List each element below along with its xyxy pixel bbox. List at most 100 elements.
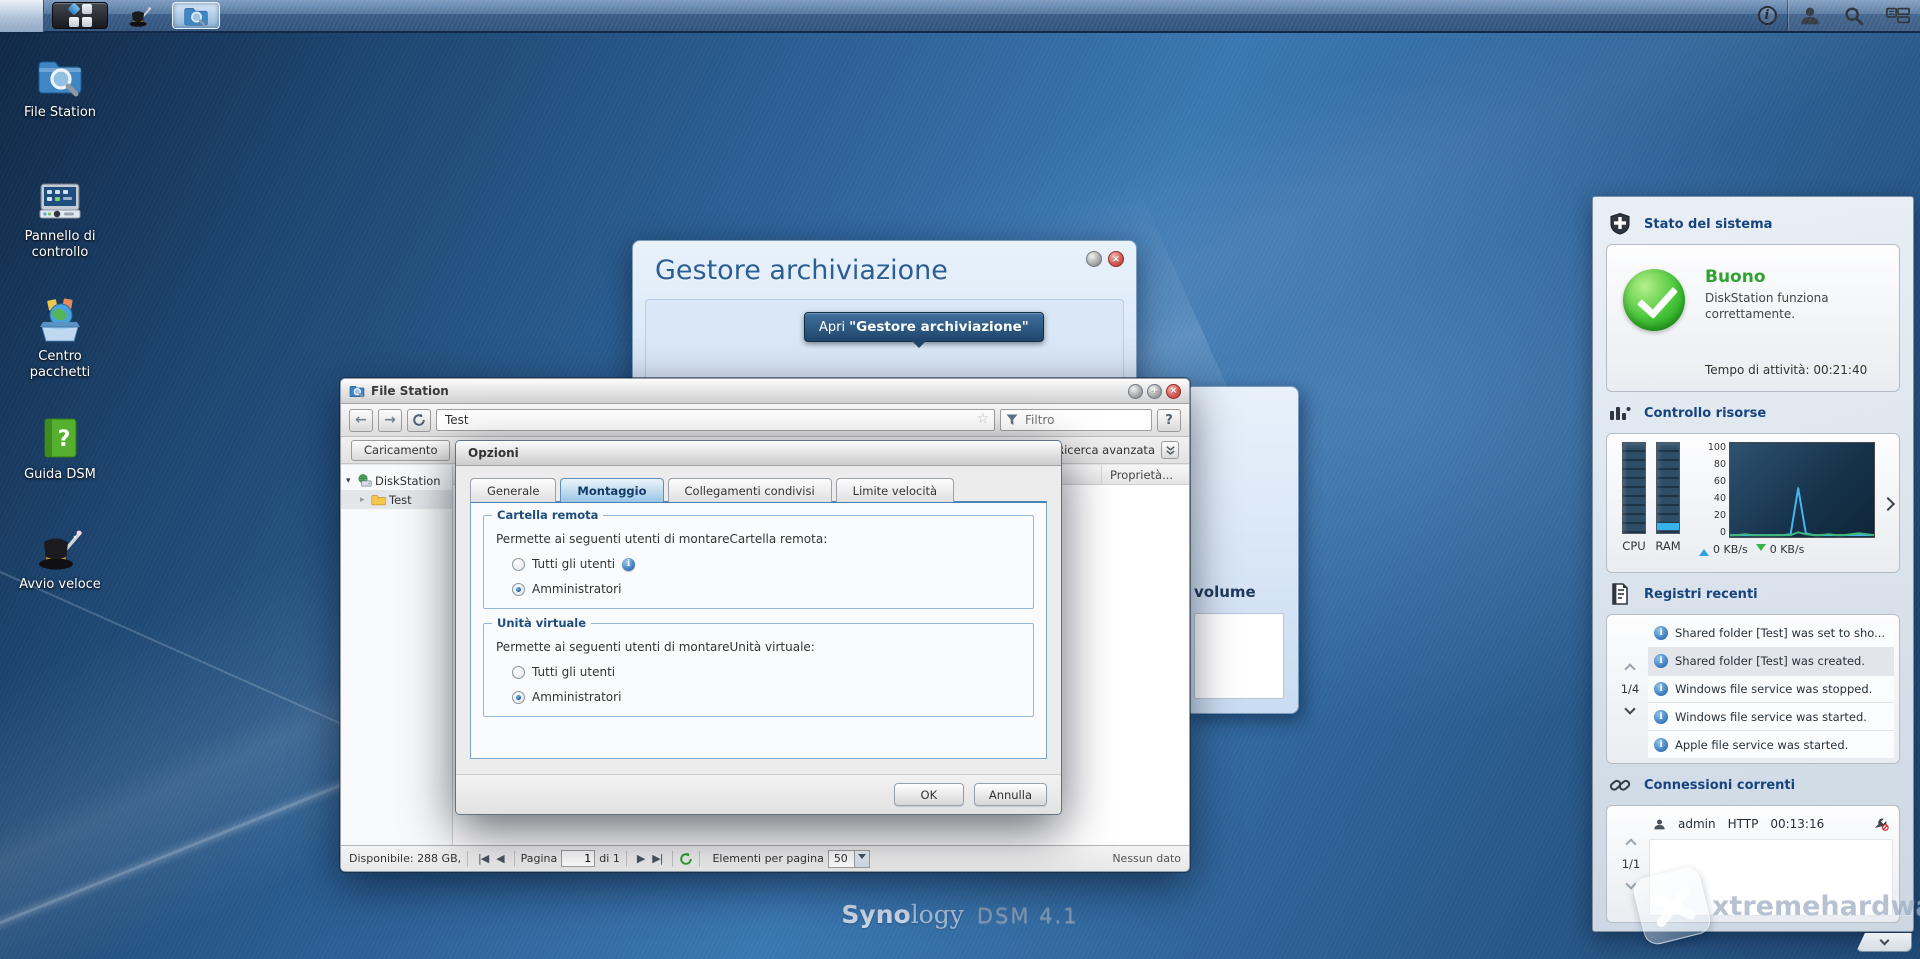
- last-page-button[interactable]: ▶|: [648, 852, 666, 865]
- file-station-titlebar[interactable]: File Station + ×: [341, 379, 1189, 404]
- info-icon[interactable]: i: [622, 557, 636, 571]
- main-menu-button[interactable]: [52, 2, 108, 29]
- folder-icon: [371, 494, 386, 505]
- desktop-icon-label: File Station: [23, 105, 97, 120]
- tooltip-prefix: Apri: [819, 319, 846, 335]
- widget-panel-collapse-tab[interactable]: [1856, 933, 1912, 952]
- filter-input[interactable]: [1000, 409, 1152, 431]
- desktop-icon-control-panel[interactable]: Pannello di controllo: [8, 176, 112, 260]
- pager-position: 1/1: [1621, 857, 1641, 871]
- show-desktop-button[interactable]: [0, 0, 44, 32]
- first-page-button[interactable]: |◀: [474, 852, 492, 865]
- disconnect-icon[interactable]: [1873, 817, 1889, 831]
- desktop-icon-file-station[interactable]: File Station: [8, 52, 112, 121]
- pager-down-button[interactable]: [1624, 703, 1636, 715]
- pager-up-button[interactable]: [1625, 838, 1637, 850]
- log-entry[interactable]: i Shared folder [Test] was set to sho...: [1648, 620, 1894, 648]
- forward-button[interactable]: →: [378, 408, 402, 432]
- desktop-icon-package-center[interactable]: Centro pacchetti: [8, 296, 112, 380]
- dialog-titlebar[interactable]: Opzioni: [456, 441, 1061, 466]
- log-entry[interactable]: i Windows file service was stopped.: [1648, 675, 1894, 704]
- tab-generale[interactable]: Generale: [470, 478, 557, 502]
- pager-up-button[interactable]: [1624, 663, 1636, 675]
- radio-button[interactable]: [512, 557, 525, 571]
- download-arrow-icon: [1755, 543, 1766, 556]
- storage-manager-title: Gestore archiviazione: [655, 255, 948, 286]
- resource-monitor-card[interactable]: CPU RAM 100 80 60 40 20 0 0 KB/s 0 KB/s: [1606, 433, 1900, 573]
- radio-button-selected[interactable]: [512, 690, 525, 704]
- tray-search-button[interactable]: [1832, 0, 1876, 31]
- chevron-down-icon: [1879, 935, 1889, 946]
- per-page-select[interactable]: 50: [827, 849, 870, 868]
- minimize-button[interactable]: [1086, 251, 1102, 267]
- tab-collegamenti-condivisi[interactable]: Collegamenti condivisi: [667, 478, 832, 502]
- taskbar-quick-start-button[interactable]: [116, 2, 164, 29]
- tray-info-button[interactable]: i: [1747, 0, 1787, 31]
- prev-page-button[interactable]: ◀: [492, 852, 507, 865]
- desktop-icon-quick-start[interactable]: Avvio veloce: [8, 524, 112, 593]
- connection-row[interactable]: admin HTTP 00:13:16: [1649, 812, 1893, 836]
- pager-down-button[interactable]: [1625, 878, 1637, 890]
- log-entry[interactable]: i Windows file service was started.: [1648, 703, 1894, 732]
- address-input[interactable]: [436, 409, 995, 431]
- dialog-title: Opzioni: [468, 446, 519, 460]
- minimize-button[interactable]: [1128, 383, 1143, 399]
- file-station-statusbar: Disponibile: 288 GB, Totale: 288 G |◀ ◀ …: [341, 845, 1189, 871]
- log-text: Apple file service was started.: [1675, 737, 1849, 752]
- package-center-icon: [36, 296, 84, 344]
- close-button[interactable]: ×: [1108, 251, 1124, 267]
- tree-expand-caret[interactable]: ▸: [360, 495, 368, 505]
- desktop-icon-dsm-help[interactable]: ? Guida DSM: [8, 414, 112, 483]
- tab-montaggio[interactable]: Montaggio: [560, 478, 664, 502]
- maximize-button[interactable]: +: [1147, 383, 1162, 399]
- section-title-system-health: Stato del sistema: [1644, 216, 1773, 232]
- taskbar-file-station-button[interactable]: [172, 2, 220, 29]
- radio-label: Tutti gli utenti: [532, 557, 616, 571]
- ok-button[interactable]: OK: [893, 783, 964, 806]
- tree-node-test[interactable]: ▸ Test: [341, 490, 452, 509]
- radio-button[interactable]: [512, 665, 525, 679]
- bookmark-star-icon[interactable]: ☆: [976, 411, 989, 427]
- advanced-search-label[interactable]: Ricerca avanzata: [1056, 443, 1155, 457]
- resource-detail-chevron[interactable]: [1880, 496, 1896, 512]
- tree-node-diskstation[interactable]: ▾ DiskStation: [341, 471, 452, 490]
- close-button[interactable]: ×: [1166, 383, 1181, 399]
- recent-logs-card: 1/4 i Shared folder [Test] was set to sho…: [1606, 614, 1900, 764]
- network-chart-y-axis: 100 80 60 40 20 0: [1707, 442, 1726, 538]
- nas-server-icon: [358, 474, 372, 487]
- help-button[interactable]: ?: [1157, 408, 1181, 432]
- connection-protocol: HTTP: [1727, 817, 1759, 831]
- tree-expand-caret[interactable]: ▾: [346, 476, 354, 486]
- fieldset-virtual-drive: Unità virtuale Permette ai seguenti uten…: [483, 616, 1034, 717]
- radio-remote-all-users[interactable]: Tutti gli utenti i: [512, 557, 1021, 571]
- column-properties[interactable]: Proprietà...: [1101, 465, 1189, 484]
- radio-virtual-administrators[interactable]: Amministratori: [512, 690, 1021, 704]
- tab-limite-velocita[interactable]: Limite velocità: [835, 478, 955, 502]
- back-button[interactable]: ←: [349, 408, 373, 432]
- logs-pager: 1/4: [1612, 620, 1648, 758]
- cancel-button[interactable]: Annulla: [973, 783, 1047, 806]
- health-ok-icon: [1623, 269, 1685, 331]
- per-page-label: Elementi per pagina: [712, 852, 824, 865]
- radio-label: Tutti gli utenti: [532, 665, 616, 679]
- radio-button-selected[interactable]: [512, 582, 525, 596]
- tray-widgets-button[interactable]: [1876, 0, 1920, 31]
- svg-text:?: ?: [58, 427, 71, 452]
- synology-logo-bold: Syno: [841, 900, 911, 929]
- log-entry[interactable]: i Apple file service was started.: [1648, 731, 1894, 758]
- advanced-search-toggle-button[interactable]: [1161, 441, 1179, 459]
- refresh-icon: [413, 413, 425, 426]
- connections-pager: 1/1: [1613, 812, 1649, 916]
- select-dropdown-button[interactable]: [853, 850, 869, 867]
- refresh-button[interactable]: [407, 408, 431, 432]
- upload-button[interactable]: Caricamento: [351, 439, 451, 461]
- info-icon: i: [1654, 709, 1668, 724]
- refresh-list-button[interactable]: [679, 851, 693, 866]
- page-number-input[interactable]: [561, 850, 596, 867]
- next-page-button[interactable]: ▶: [633, 852, 648, 865]
- radio-remote-administrators[interactable]: Amministratori: [512, 582, 1021, 596]
- radio-virtual-all-users[interactable]: Tutti gli utenti: [512, 665, 1021, 679]
- log-entry[interactable]: i Shared folder [Test] was created.: [1648, 647, 1894, 676]
- section-title-resource-monitor: Controllo risorse: [1644, 405, 1767, 421]
- tray-user-button[interactable]: [1788, 0, 1832, 31]
